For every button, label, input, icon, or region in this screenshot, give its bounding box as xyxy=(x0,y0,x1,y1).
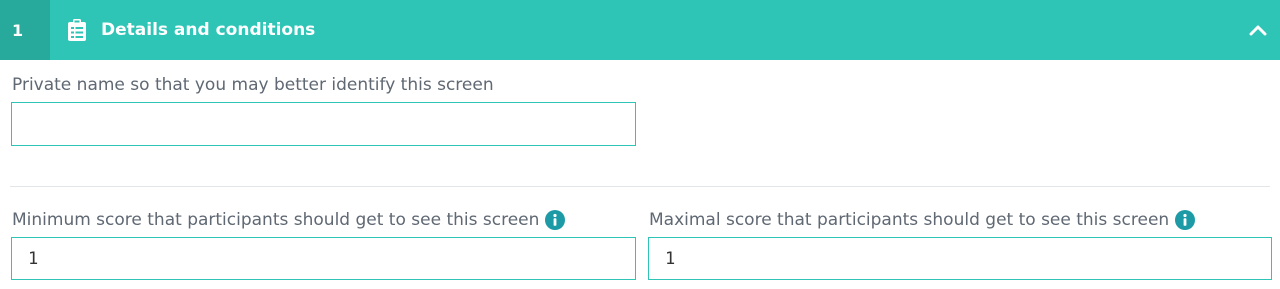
min-score-label: Minimum score that participants should g… xyxy=(12,210,566,230)
section-header[interactable]: 1 Details and conditions xyxy=(0,0,1280,60)
private-name-label: Private name so that you may better iden… xyxy=(12,75,494,95)
collapse-button[interactable] xyxy=(1246,18,1270,42)
min-score-input[interactable] xyxy=(11,237,636,280)
step-number: 1 xyxy=(0,0,50,60)
max-score-label-text: Maximal score that participants should g… xyxy=(649,210,1170,230)
max-score-input[interactable] xyxy=(648,237,1272,280)
divider xyxy=(10,186,1270,187)
private-name-input[interactable] xyxy=(11,102,636,146)
section-title: Details and conditions xyxy=(101,20,316,40)
chevron-up-icon xyxy=(1249,24,1267,36)
private-name-label-text: Private name so that you may better iden… xyxy=(12,75,494,95)
max-score-label: Maximal score that participants should g… xyxy=(649,210,1196,230)
clipboard-list-icon xyxy=(68,18,90,42)
info-icon[interactable] xyxy=(1175,210,1196,230)
info-icon[interactable] xyxy=(545,210,566,230)
min-score-label-text: Minimum score that participants should g… xyxy=(12,210,540,230)
